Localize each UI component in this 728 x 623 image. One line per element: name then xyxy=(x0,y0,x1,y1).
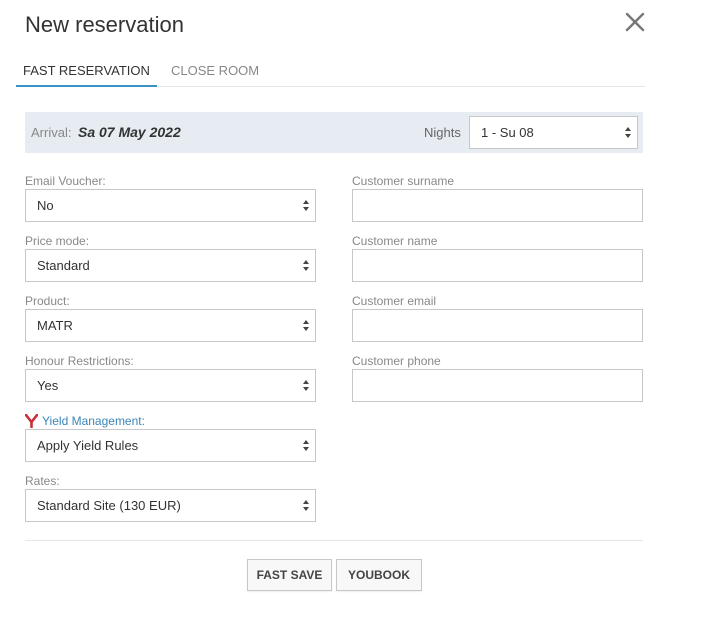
email-voucher-value: No xyxy=(37,198,54,213)
rates-select[interactable]: Standard Site (130 EUR) xyxy=(25,489,316,522)
price-mode-value: Standard xyxy=(37,258,90,273)
customer-surname-input[interactable] xyxy=(352,189,643,222)
price-mode-select[interactable]: Standard xyxy=(25,249,316,282)
price-mode-label: Price mode: xyxy=(25,234,90,248)
customer-email-label: Customer email xyxy=(352,294,437,308)
yield-management-label: Yield Management: xyxy=(42,414,145,428)
product-label: Product: xyxy=(25,294,70,308)
customer-phone-input[interactable] xyxy=(352,369,643,402)
customer-surname-label: Customer surname xyxy=(352,174,455,188)
yield-management-select[interactable]: Apply Yield Rules xyxy=(25,429,316,462)
product-value: MATR xyxy=(37,318,73,333)
close-button[interactable] xyxy=(622,10,648,36)
nights-select[interactable]: 1 - Su 08 xyxy=(469,116,638,149)
updown-arrows-icon xyxy=(303,200,309,211)
youbook-button[interactable]: YOUBOOK xyxy=(336,559,422,591)
customer-email-input[interactable] xyxy=(352,309,643,342)
email-voucher-label: Email Voucher: xyxy=(25,174,106,188)
arrival-date: Sa 07 May 2022 xyxy=(78,124,181,140)
yield-y-icon xyxy=(25,414,38,428)
nights-select-value: 1 - Su 08 xyxy=(481,125,534,140)
honour-restrictions-value: Yes xyxy=(37,378,59,393)
yield-management-value: Apply Yield Rules xyxy=(37,438,139,453)
updown-arrows-icon xyxy=(303,380,309,391)
arrival-label: Arrival: xyxy=(31,125,72,140)
tab-close-room[interactable]: CLOSE ROOM xyxy=(164,56,266,86)
tab-bar: FAST RESERVATION CLOSE ROOM xyxy=(16,56,645,87)
nights-label: Nights xyxy=(424,125,461,140)
footer-divider xyxy=(25,540,643,541)
updown-arrows-icon xyxy=(303,440,309,451)
rates-label: Rates: xyxy=(25,474,60,488)
dialog-title: New reservation xyxy=(25,12,184,37)
new-reservation-dialog: New reservation FAST RESERVATION CLOSE R… xyxy=(0,0,728,623)
fast-save-button[interactable]: FAST SAVE xyxy=(247,559,332,591)
customer-name-input[interactable] xyxy=(352,249,643,282)
customer-phone-label: Customer phone xyxy=(352,354,441,368)
rates-value: Standard Site (130 EUR) xyxy=(37,498,181,513)
updown-arrows-icon xyxy=(303,500,309,511)
updown-arrows-icon xyxy=(303,320,309,331)
arrival-bar: Arrival: Sa 07 May 2022 Nights 1 - Su 08 xyxy=(25,112,643,153)
tab-fast-reservation[interactable]: FAST RESERVATION xyxy=(16,56,157,87)
updown-arrows-icon xyxy=(625,127,631,138)
close-x-icon xyxy=(625,12,645,32)
email-voucher-select[interactable]: No xyxy=(25,189,316,222)
customer-name-label: Customer name xyxy=(352,234,438,248)
honour-restrictions-label: Honour Restrictions: xyxy=(25,354,134,368)
honour-restrictions-select[interactable]: Yes xyxy=(25,369,316,402)
product-select[interactable]: MATR xyxy=(25,309,316,342)
updown-arrows-icon xyxy=(303,260,309,271)
